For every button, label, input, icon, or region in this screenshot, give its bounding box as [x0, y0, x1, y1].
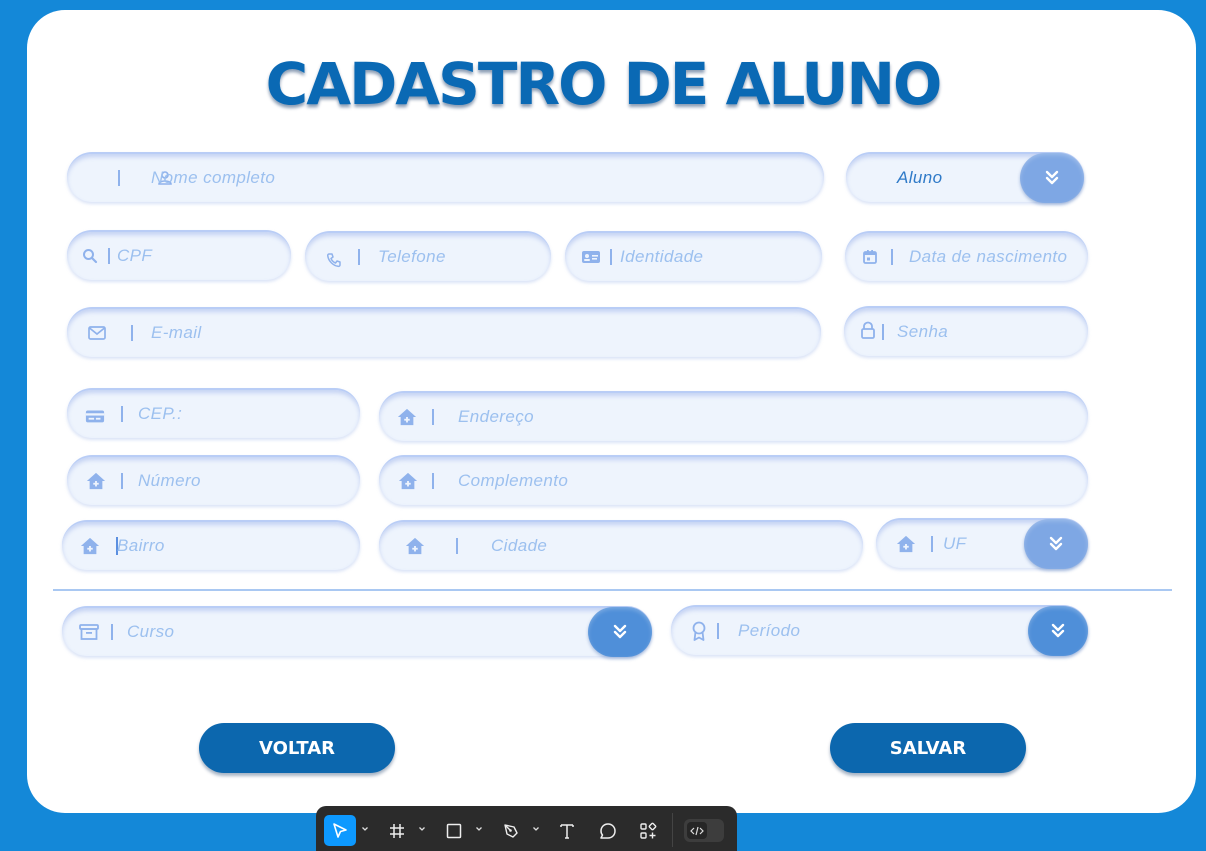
home-icon — [397, 407, 417, 427]
senha-field[interactable]: Senha — [844, 306, 1088, 356]
components-grid-icon — [640, 822, 657, 839]
separator — [432, 473, 434, 489]
endereco-placeholder: Endereço — [458, 407, 534, 426]
code-icon — [687, 822, 707, 839]
curso-dropdown-button[interactable] — [588, 607, 652, 657]
numero-field[interactable]: Número — [67, 455, 360, 505]
telefone-placeholder: Telefone — [378, 247, 446, 266]
complemento-placeholder: Complemento — [458, 471, 569, 490]
nascimento-field[interactable]: Data de nascimento — [845, 231, 1088, 281]
archive-icon — [79, 622, 99, 642]
chevron-down-icon[interactable] — [475, 825, 483, 833]
frame-hash-icon — [390, 823, 404, 838]
cep-field[interactable]: CEP.: — [67, 388, 360, 438]
nome-placeholder: Nome completo — [151, 168, 276, 187]
section-divider — [53, 589, 1172, 591]
double-chevron-down-icon — [1045, 170, 1059, 185]
separator — [121, 473, 123, 489]
separator — [108, 248, 110, 264]
uf-placeholder: UF — [943, 534, 967, 553]
frame-tool[interactable] — [384, 815, 410, 846]
home-icon — [398, 471, 418, 491]
separator — [610, 249, 612, 265]
toolbar-divider — [672, 813, 673, 847]
identidade-placeholder: Identidade — [620, 247, 704, 266]
chevron-down-icon[interactable] — [532, 825, 540, 833]
cursor-arrow-icon — [333, 822, 347, 838]
text-t-icon — [560, 823, 574, 839]
chevron-down-icon[interactable] — [418, 825, 426, 833]
salvar-button[interactable]: SALVAR — [830, 723, 1026, 773]
double-chevron-down-icon — [613, 624, 627, 639]
separator — [882, 324, 884, 340]
curso-placeholder: Curso — [127, 622, 175, 641]
comment-bubble-icon — [600, 822, 616, 839]
separator — [432, 409, 434, 425]
separator — [358, 249, 360, 265]
tipo-select[interactable]: Aluno — [846, 152, 1084, 203]
text-tool[interactable] — [554, 815, 580, 846]
separator — [717, 623, 719, 639]
award-icon — [689, 621, 709, 641]
shape-tool[interactable] — [441, 815, 467, 846]
endereco-field[interactable]: Endereço — [379, 391, 1088, 441]
search-icon — [80, 246, 100, 266]
email-placeholder: E-mail — [151, 323, 202, 342]
periodo-placeholder: Período — [738, 621, 801, 640]
calendar-icon — [860, 247, 880, 267]
phone-icon — [324, 250, 344, 270]
separator — [118, 170, 120, 186]
pen-nib-icon — [504, 823, 518, 838]
id-card-icon — [581, 247, 601, 267]
email-field[interactable]: E-mail — [67, 307, 821, 357]
separator — [456, 538, 458, 554]
home-icon — [896, 534, 916, 554]
identidade-field[interactable]: Identidade — [565, 231, 822, 281]
complemento-field[interactable]: Complemento — [379, 455, 1088, 505]
tipo-dropdown-button[interactable] — [1020, 153, 1084, 203]
numero-placeholder: Número — [138, 471, 201, 490]
separator — [121, 406, 123, 422]
home-icon — [405, 536, 425, 556]
double-chevron-down-icon — [1049, 536, 1063, 551]
home-icon — [80, 536, 100, 556]
dev-mode-toggle[interactable] — [684, 819, 724, 842]
periodo-dropdown-button[interactable] — [1028, 606, 1088, 656]
telefone-field[interactable]: Telefone — [305, 231, 551, 281]
home-icon — [86, 471, 106, 491]
cidade-placeholder: Cidade — [491, 536, 548, 555]
cep-placeholder: CEP.: — [138, 404, 183, 423]
card-icon — [85, 406, 105, 426]
nascimento-placeholder: Data de nascimento — [909, 247, 1068, 266]
curso-select[interactable]: Curso — [62, 606, 652, 657]
page-title: CADASTRO DE ALUNO — [265, 50, 943, 118]
lock-icon — [858, 320, 878, 340]
pen-tool[interactable] — [498, 815, 524, 846]
design-toolbar — [316, 806, 737, 851]
bairro-field[interactable]: Bairro — [62, 520, 360, 570]
double-chevron-down-icon — [1051, 623, 1065, 638]
separator — [131, 325, 133, 341]
separator — [111, 624, 113, 640]
uf-dropdown-button[interactable] — [1024, 519, 1088, 569]
components-tool[interactable] — [635, 815, 661, 846]
separator — [891, 249, 893, 265]
voltar-button[interactable]: VOLTAR — [199, 723, 395, 773]
cpf-field[interactable]: CPF — [67, 230, 291, 280]
uf-select[interactable]: UF — [876, 518, 1088, 569]
cpf-placeholder: CPF — [117, 246, 153, 265]
chevron-down-icon[interactable] — [361, 825, 369, 833]
cidade-field[interactable]: Cidade — [379, 520, 863, 570]
periodo-select[interactable]: Período — [671, 605, 1088, 656]
separator — [931, 536, 933, 552]
nome-field[interactable]: Nome completo — [67, 152, 824, 202]
comment-tool[interactable] — [595, 815, 621, 846]
move-tool[interactable] — [324, 815, 356, 846]
tipo-value: Aluno — [897, 168, 943, 187]
senha-placeholder: Senha — [897, 322, 949, 341]
rectangle-icon — [446, 823, 462, 838]
mail-icon — [87, 323, 107, 343]
bairro-placeholder: Bairro — [117, 536, 165, 555]
